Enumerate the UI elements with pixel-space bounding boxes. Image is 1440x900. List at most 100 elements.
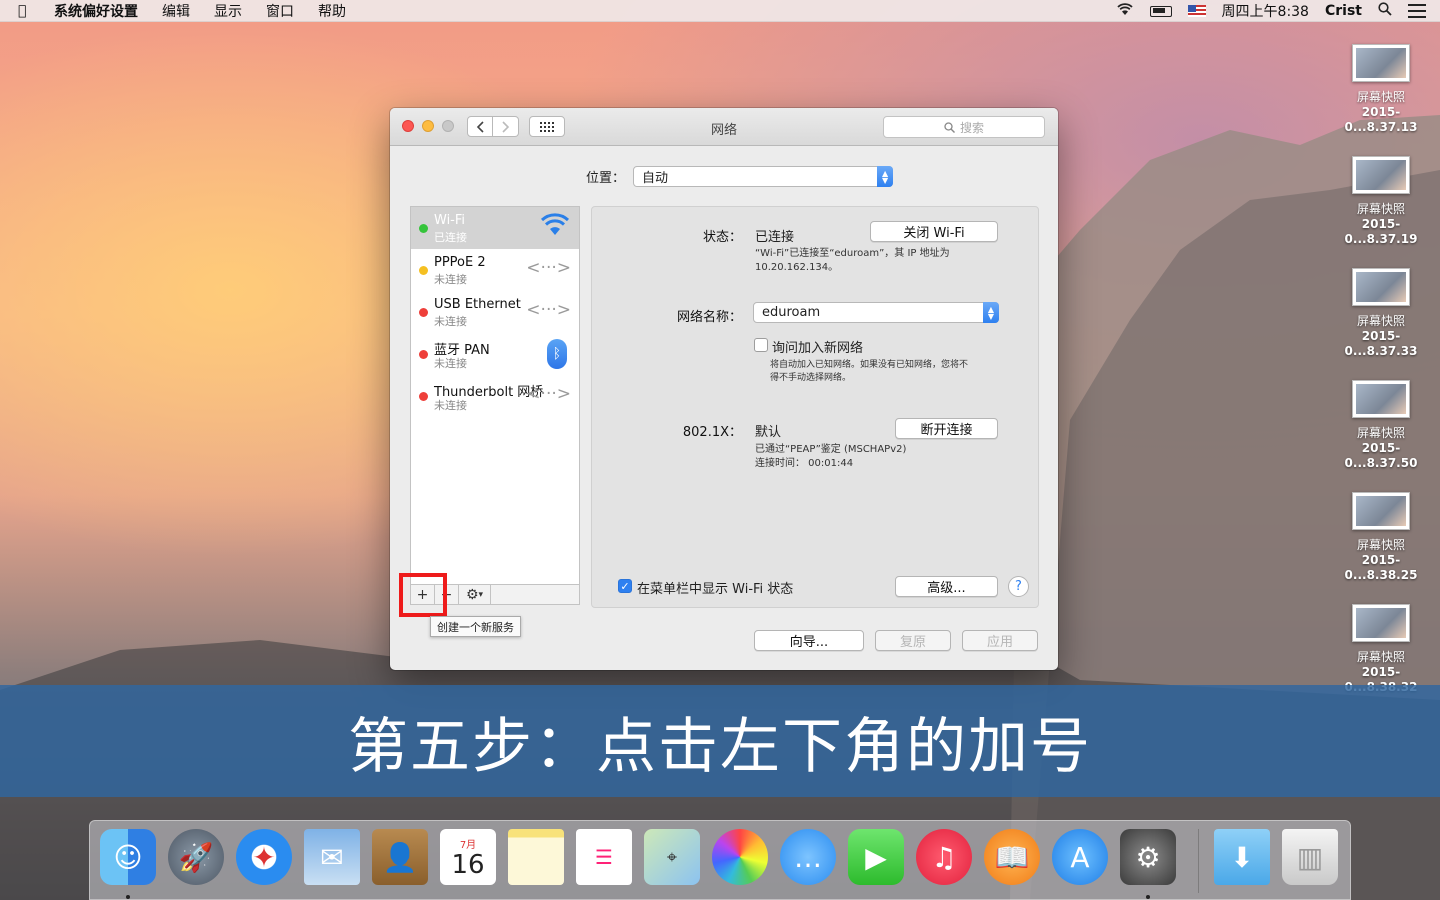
trash-icon[interactable]: ▥ xyxy=(1282,829,1338,885)
messages-icon[interactable]: … xyxy=(780,829,836,885)
downloads-folder-icon[interactable]: ⬇ xyxy=(1214,829,1270,885)
disconnect-button[interactable]: 断开连接 xyxy=(895,418,998,439)
apple-menu-icon[interactable]:  xyxy=(18,3,40,19)
file-name: 屏幕快照 xyxy=(1356,314,1405,328)
file-date: 2015-0...8.37.13 xyxy=(1344,105,1418,134)
ask-join-checkbox[interactable] xyxy=(754,338,768,352)
contacts-icon[interactable]: 👤 xyxy=(372,829,428,885)
status-dot xyxy=(419,224,428,233)
search-icon xyxy=(944,121,955,133)
location-select[interactable]: 自动 ▲ ▼ xyxy=(633,166,894,187)
desktop-screenshot-file[interactable]: 屏幕快照 2015-0...8.37.19 xyxy=(1326,156,1436,247)
screenshot-thumbnail-icon xyxy=(1352,380,1410,418)
menu-view[interactable]: 显示 xyxy=(214,1,242,21)
desktop-screenshot-file[interactable]: 屏幕快照 2015-0...8.37.33 xyxy=(1326,268,1436,359)
desktop-screenshot-file[interactable]: 屏幕快照 2015-0...8.38.25 xyxy=(1326,492,1436,583)
desktop-screenshot-file[interactable]: 屏幕快照 2015-0...8.38.32 xyxy=(1326,604,1436,695)
ip-address-text: 10.20.162.134。 xyxy=(755,262,839,273)
photos-icon[interactable] xyxy=(712,829,768,885)
screenshot-thumbnail-icon xyxy=(1352,492,1410,530)
status-description: “Wi-Fi”已连接至“eduroam”，其 IP 地址为 xyxy=(755,248,950,259)
service-name: Wi-Fi xyxy=(434,213,466,228)
file-date: 2015-0...8.37.19 xyxy=(1344,217,1418,246)
select-arrows-icon: ▲ ▼ xyxy=(877,166,894,187)
wifi-detail-panel: 状态： 已连接 关闭 Wi-Fi “Wi-Fi”已连接至“eduroam”，其 … xyxy=(591,206,1039,608)
app-store-icon[interactable]: A xyxy=(1052,829,1108,885)
ask-join-description: 将自动加入已知网络。如果没有已知网络，您将不 xyxy=(770,360,969,370)
network-name-label: 网络名称： xyxy=(676,310,742,325)
facetime-icon[interactable]: ▶ xyxy=(848,829,904,885)
assist-me-button[interactable]: 向导... xyxy=(754,630,864,651)
ethernet-arrows-icon: <···> xyxy=(526,300,571,320)
network-name-select[interactable]: eduroam ▲ ▼ xyxy=(753,302,999,323)
location-label: 位置： xyxy=(586,171,626,186)
menu-help[interactable]: 帮助 xyxy=(318,1,346,21)
help-button[interactable]: ? xyxy=(1008,576,1029,597)
file-name: 屏幕快照 xyxy=(1356,538,1405,552)
wifi-status-icon[interactable] xyxy=(1116,2,1134,20)
location-value: 自动 xyxy=(642,171,669,186)
desktop-screenshot-file[interactable]: 屏幕快照 2015-0...8.37.13 xyxy=(1326,44,1436,135)
file-name: 屏幕快照 xyxy=(1356,202,1405,216)
file-name: 屏幕快照 xyxy=(1356,650,1405,664)
gear-menu-button[interactable]: ⚙ ▾ xyxy=(459,585,491,604)
itunes-icon[interactable]: ♫ xyxy=(916,829,972,885)
instruction-banner: 第五步：点击左下角的加号 xyxy=(0,685,1440,797)
mail-icon[interactable]: ✉ xyxy=(304,829,360,885)
service-status: 未连接 xyxy=(434,399,467,412)
maps-icon[interactable]: ⌖ xyxy=(644,829,700,885)
menu-user[interactable]: Crist xyxy=(1325,3,1362,19)
service-item-thunderbolt-bridge[interactable]: Thunderbolt 网桥 未连接 <···> xyxy=(411,375,579,417)
menu-window[interactable]: 窗口 xyxy=(266,1,294,21)
calendar-month: 7月 xyxy=(459,839,477,851)
menu-bar:  系统偏好设置 编辑 显示 窗口 帮助 周四上午8:38 Crist xyxy=(0,0,1440,22)
connection-time: 连接时间： 00:01:44 xyxy=(755,458,854,469)
file-name: 屏幕快照 xyxy=(1356,90,1405,104)
notification-center-icon[interactable] xyxy=(1408,4,1426,18)
ask-join-description-2: 得不手动选择网络。 xyxy=(770,373,852,383)
dot1x-value: 默认 xyxy=(755,425,782,440)
dock: ☺ 🚀 ✦ ✉ 👤 7月 16 ☰ ⌖ … ▶ ♫ 📖 A ⚙ ⬇ ▥ xyxy=(89,820,1351,900)
show-wifi-status-checkbox[interactable]: ✓ xyxy=(618,579,632,593)
service-item-pppoe[interactable]: PPPoE 2 未连接 <···> xyxy=(411,249,579,291)
menu-app-name[interactable]: 系统偏好设置 xyxy=(54,1,138,21)
notes-icon[interactable] xyxy=(508,829,564,885)
safari-icon[interactable]: ✦ xyxy=(236,829,292,885)
finder-icon[interactable]: ☺ xyxy=(100,829,156,885)
launchpad-icon[interactable]: 🚀 xyxy=(168,829,224,885)
calendar-icon[interactable]: 7月 16 xyxy=(440,829,496,885)
chevron-down-icon: ▾ xyxy=(478,589,484,600)
input-source-flag-icon[interactable] xyxy=(1187,5,1206,17)
ethernet-arrows-icon: <···> xyxy=(526,258,571,278)
service-item-bluetooth-pan[interactable]: 蓝牙 PAN 未连接 ᛒ xyxy=(411,333,579,375)
service-status: 未连接 xyxy=(434,357,467,370)
menu-clock[interactable]: 周四上午8:38 xyxy=(1222,1,1309,21)
ibooks-icon[interactable]: 📖 xyxy=(984,829,1040,885)
advanced-button[interactable]: 高级... xyxy=(895,576,998,597)
system-preferences-icon[interactable]: ⚙ xyxy=(1120,829,1176,885)
wifi-icon xyxy=(539,211,571,243)
highlight-annotation-box xyxy=(399,573,447,617)
apply-button[interactable]: 应用 xyxy=(962,630,1038,651)
spotlight-search-icon[interactable] xyxy=(1378,2,1392,20)
status-dot xyxy=(419,392,428,401)
ethernet-arrows-icon: <···> xyxy=(526,384,571,404)
revert-button[interactable]: 复原 xyxy=(875,630,951,651)
menu-edit[interactable]: 编辑 xyxy=(162,1,190,21)
service-status: 已连接 xyxy=(434,231,467,244)
status-dot xyxy=(419,350,428,359)
dot1x-label: 802.1X： xyxy=(682,425,742,440)
dot1x-auth-description: 已通过“PEAP”鉴定 (MSCHAPv2) xyxy=(755,444,907,455)
service-item-usb-ethernet[interactable]: USB Ethernet 未连接 <···> xyxy=(411,291,579,333)
window-titlebar[interactable]: 网络 搜索 xyxy=(390,108,1058,146)
desktop-screenshot-file[interactable]: 屏幕快照 2015-0...8.37.50 xyxy=(1326,380,1436,471)
service-item-wifi[interactable]: Wi-Fi 已连接 xyxy=(411,207,579,249)
screenshot-thumbnail-icon xyxy=(1352,268,1410,306)
search-input[interactable]: 搜索 xyxy=(883,116,1045,138)
reminders-icon[interactable]: ☰ xyxy=(576,829,632,885)
screenshot-thumbnail-icon xyxy=(1352,156,1410,194)
service-name: USB Ethernet xyxy=(434,297,521,312)
search-placeholder: 搜索 xyxy=(959,120,984,135)
turn-off-wifi-button[interactable]: 关闭 Wi-Fi xyxy=(870,221,998,242)
battery-icon[interactable] xyxy=(1149,5,1172,17)
